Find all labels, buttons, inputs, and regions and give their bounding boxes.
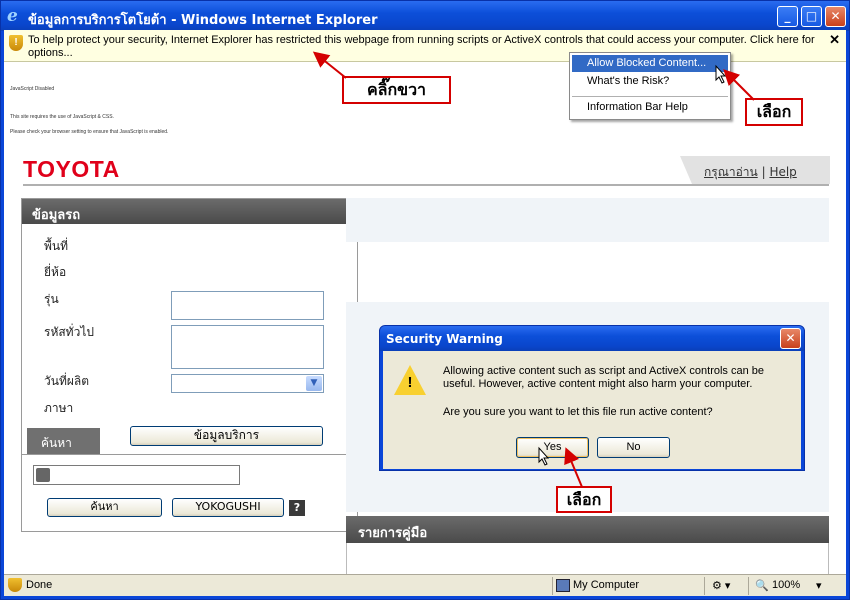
menu-item-allow-blocked-content[interactable]: Allow Blocked Content... bbox=[572, 55, 728, 72]
dialog-question: Are you sure you want to let this file r… bbox=[443, 406, 713, 418]
dialog-message: Allowing active content such as script a… bbox=[443, 365, 765, 390]
zone-text: My Computer bbox=[573, 579, 640, 591]
production-date-select[interactable]: ▼ bbox=[171, 374, 324, 393]
status-text: Done bbox=[26, 579, 53, 591]
manual-list-title: รายการคู่มือ bbox=[346, 516, 829, 543]
js-check-text: Please check your browser setting to ens… bbox=[10, 129, 169, 135]
menu-item-information-bar-help[interactable]: Information Bar Help bbox=[572, 99, 728, 116]
window-title: ข้อมูลการบริการโตโยต้า - Windows Interne… bbox=[28, 13, 378, 28]
title-bar[interactable]: e ข้อมูลการบริการโตโยต้า - Windows Inter… bbox=[1, 1, 849, 31]
vehicle-panel-title: ข้อมูลรถ bbox=[22, 199, 357, 224]
browser-content: ! To help protect your security, Interne… bbox=[4, 30, 846, 578]
close-button[interactable]: ✕ bbox=[825, 6, 846, 27]
status-shield-icon[interactable] bbox=[8, 578, 22, 592]
security-warning-dialog: Security Warning ✕ ! Allowing active con… bbox=[379, 325, 805, 471]
annotation-select-yes: เลือก bbox=[556, 486, 612, 513]
status-bar: Done My Computer ⚙ ▾ 🔍 100% ▾ bbox=[4, 574, 846, 596]
tab-search[interactable]: ค้นหา bbox=[27, 428, 100, 455]
js-required-text: This site requires the use of JavaScript… bbox=[10, 114, 114, 120]
top-links: กรุณาอ่าน | Help bbox=[680, 156, 830, 184]
general-code-input[interactable] bbox=[171, 325, 324, 369]
ie-logo-icon: e bbox=[7, 6, 18, 26]
maximize-button[interactable]: □ bbox=[801, 6, 822, 27]
menu-divider bbox=[572, 96, 728, 97]
vehicle-info-panel: ข้อมูลรถ พื้นที่ ยี่ห้อ รุ่น รหัสทั่วไป … bbox=[21, 198, 358, 532]
no-button[interactable]: No bbox=[597, 437, 670, 458]
shield-icon: ! bbox=[9, 35, 23, 51]
zoom-dropdown-icon[interactable]: ▾ bbox=[816, 579, 822, 592]
dialog-title[interactable]: Security Warning bbox=[380, 326, 804, 351]
search-button[interactable]: ค้นหา bbox=[47, 498, 162, 517]
chevron-down-icon[interactable]: ▼ bbox=[306, 376, 322, 391]
dialog-close-button[interactable]: ✕ bbox=[780, 328, 801, 349]
link-separator: | bbox=[761, 165, 766, 179]
tab-divider bbox=[22, 454, 357, 455]
computer-icon bbox=[556, 579, 570, 592]
yokogushi-button[interactable]: YOKOGUSHI bbox=[172, 498, 284, 517]
search-field-icon bbox=[36, 468, 50, 482]
header-divider bbox=[23, 184, 829, 186]
area-label: พื้นที่ bbox=[44, 239, 69, 253]
brand-label: ยี่ห้อ bbox=[44, 265, 67, 279]
status-divider-3 bbox=[748, 577, 749, 595]
model-input[interactable] bbox=[171, 291, 324, 320]
warning-mark: ! bbox=[407, 374, 413, 391]
general-code-label: รหัสทั่วไป bbox=[44, 325, 94, 339]
content-area-top bbox=[346, 198, 829, 242]
protected-mode-icon[interactable]: ⚙ ▾ bbox=[712, 579, 730, 592]
dialog-body: ! Allowing active content such as script… bbox=[383, 351, 801, 469]
manual-list bbox=[346, 543, 829, 578]
search-input[interactable] bbox=[33, 465, 240, 485]
help-link[interactable]: Help bbox=[769, 165, 796, 179]
toyota-logo[interactable]: TOYOTA bbox=[23, 156, 120, 183]
service-info-button[interactable]: ข้อมูลบริการ bbox=[130, 426, 323, 446]
menu-item-whats-the-risk[interactable]: What's the Risk? bbox=[572, 73, 728, 90]
annotation-right-click: คลิ๊กขวา bbox=[342, 76, 451, 104]
js-disabled-text: JavaScript Disabled bbox=[10, 86, 55, 92]
annotation-select-menu: เลือก bbox=[745, 98, 803, 126]
production-date-label: วันที่ผลิต bbox=[44, 374, 90, 388]
help-icon[interactable]: ? bbox=[289, 500, 305, 516]
status-divider bbox=[552, 577, 553, 595]
zoom-level[interactable]: 100% bbox=[772, 579, 800, 591]
read-link[interactable]: กรุณาอ่าน bbox=[704, 165, 758, 179]
language-label: ภาษา bbox=[44, 401, 74, 415]
model-label: รุ่น bbox=[44, 292, 59, 306]
infobar-close-icon[interactable]: ✕ bbox=[829, 33, 840, 46]
status-divider-2 bbox=[704, 577, 705, 595]
minimize-button[interactable]: _ bbox=[777, 6, 798, 27]
yes-button[interactable]: Yes bbox=[516, 437, 589, 458]
zoom-icon[interactable]: 🔍 bbox=[755, 579, 769, 592]
infobar-context-menu: Allow Blocked Content... What's the Risk… bbox=[569, 52, 731, 120]
